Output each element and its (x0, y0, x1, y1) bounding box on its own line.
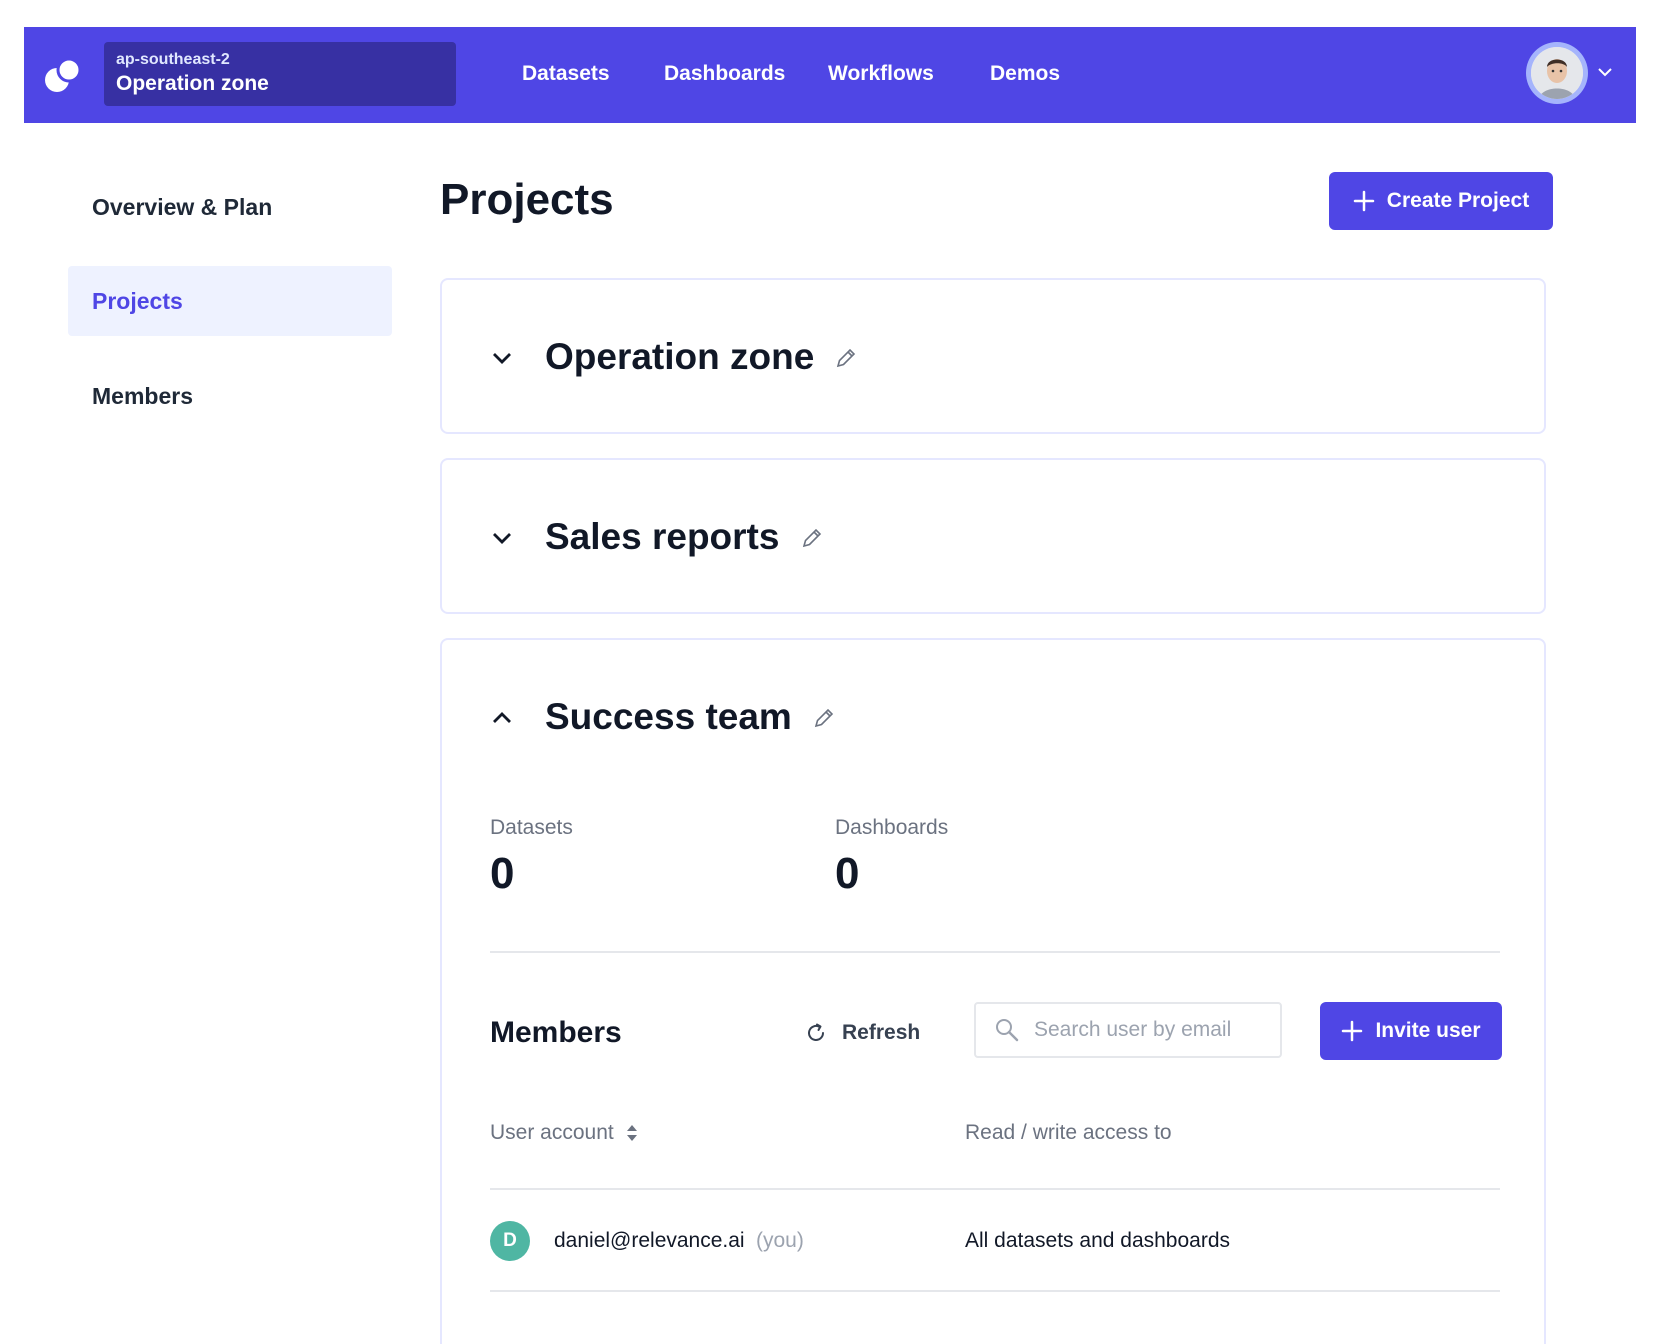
plus-icon (1353, 190, 1375, 212)
stat-value-dashboards: 0 (835, 849, 860, 898)
user-avatar-button[interactable] (1526, 42, 1588, 104)
refresh-button[interactable]: Refresh (804, 1013, 920, 1053)
column-header-label: User account (490, 1121, 614, 1144)
project-name: Success team (545, 696, 792, 737)
nav-dashboards[interactable]: Dashboards (664, 60, 785, 88)
page-title: Projects (440, 175, 614, 224)
column-header-label: Read / write access to (965, 1121, 1172, 1144)
row-divider (490, 1290, 1500, 1292)
project-name: Sales reports (545, 516, 780, 557)
nav-datasets[interactable]: Datasets (522, 60, 610, 88)
project-card-expanded: Success team Datasets 0 Dashboards 0 Mem… (440, 638, 1546, 1344)
search-user-input[interactable] (1034, 1018, 1264, 1042)
avatar-image (1531, 47, 1583, 99)
create-project-label: Create Project (1386, 189, 1530, 212)
user-you-tag: (you) (756, 1229, 804, 1252)
create-project-button[interactable]: Create Project (1329, 172, 1553, 230)
nav-workflows[interactable]: Workflows (828, 60, 934, 88)
project-card: Operation zone (440, 278, 1546, 434)
chevron-up-icon[interactable] (490, 706, 514, 730)
pencil-icon[interactable] (800, 526, 824, 550)
current-project-name: Operation zone (116, 72, 269, 95)
project-switcher[interactable]: ap-southeast-2 Operation zone (104, 42, 456, 106)
project-name: Operation zone (545, 336, 815, 377)
search-icon (996, 1019, 1019, 1042)
pencil-icon[interactable] (834, 346, 858, 370)
members-heading: Members (490, 1016, 622, 1049)
logo-icon[interactable] (43, 56, 83, 96)
user-access: All datasets and dashboards (965, 1229, 1231, 1252)
stat-label-datasets: Datasets (490, 816, 573, 839)
search-field[interactable] (974, 1002, 1282, 1058)
column-header-user-account[interactable]: User account (490, 1119, 638, 1147)
user-email: daniel@relevance.ai (554, 1229, 745, 1252)
user-initial-avatar: D (490, 1221, 530, 1261)
sidebar-item-overview[interactable]: Overview & Plan (68, 172, 392, 242)
sort-icon[interactable] (626, 1123, 638, 1143)
stat-value-datasets: 0 (490, 849, 515, 898)
top-nav-bar: ap-southeast-2 Operation zone Datasets D… (24, 27, 1636, 123)
refresh-label: Refresh (842, 1021, 921, 1044)
sidebar-item-projects[interactable]: Projects (68, 266, 392, 336)
project-card: Sales reports (440, 458, 1546, 614)
invite-user-label: Invite user (1375, 1019, 1481, 1042)
nav-demos[interactable]: Demos (990, 60, 1060, 88)
refresh-icon (808, 1023, 824, 1041)
column-header-access: Read / write access to (965, 1119, 1172, 1147)
sidebar-item-members[interactable]: Members (68, 361, 392, 431)
chevron-down-icon[interactable] (490, 346, 514, 370)
region-label: ap-southeast-2 (116, 51, 230, 68)
divider (490, 951, 1500, 953)
plus-icon (1342, 1020, 1363, 1042)
chevron-down-icon[interactable] (490, 526, 514, 550)
invite-user-button[interactable]: Invite user (1320, 1002, 1502, 1060)
stat-label-dashboards: Dashboards (835, 816, 949, 839)
chevron-down-icon[interactable] (1596, 63, 1614, 81)
table-header-divider (490, 1188, 1500, 1190)
pencil-icon[interactable] (812, 706, 836, 730)
